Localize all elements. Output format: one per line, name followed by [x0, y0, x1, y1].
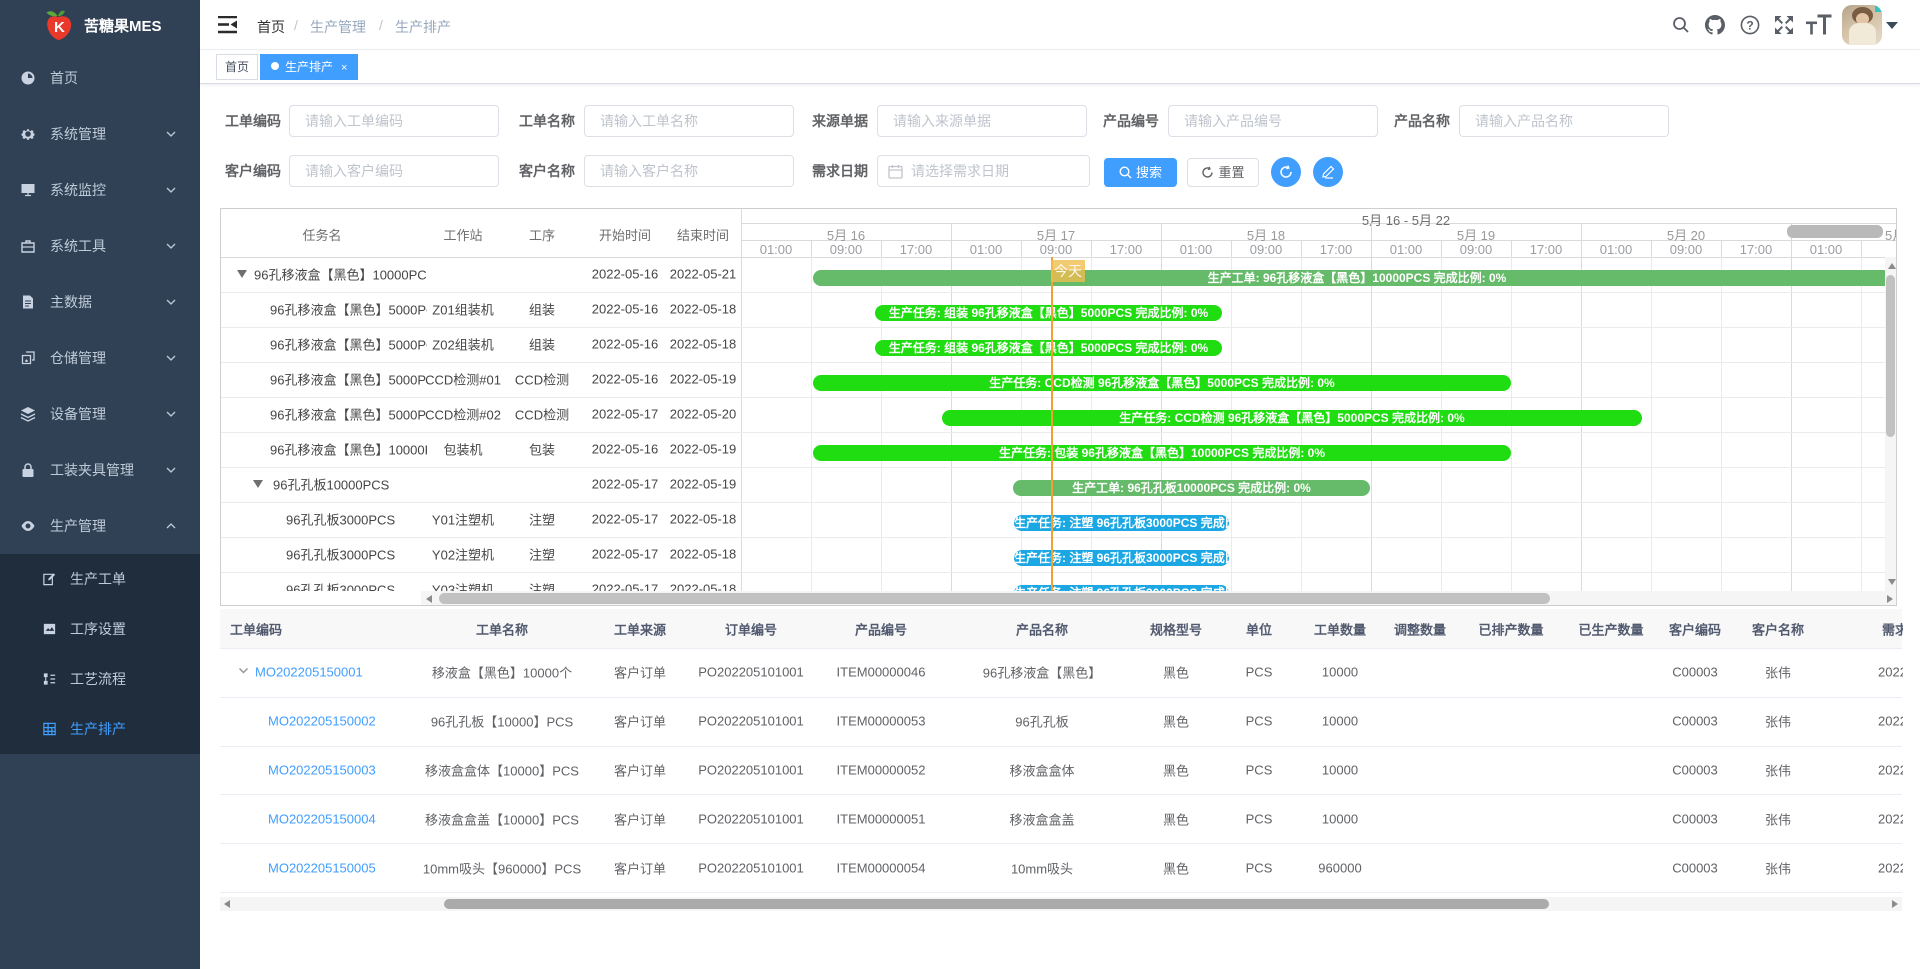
- svg-text:K: K: [54, 19, 65, 36]
- svg-text:?: ?: [1746, 19, 1753, 33]
